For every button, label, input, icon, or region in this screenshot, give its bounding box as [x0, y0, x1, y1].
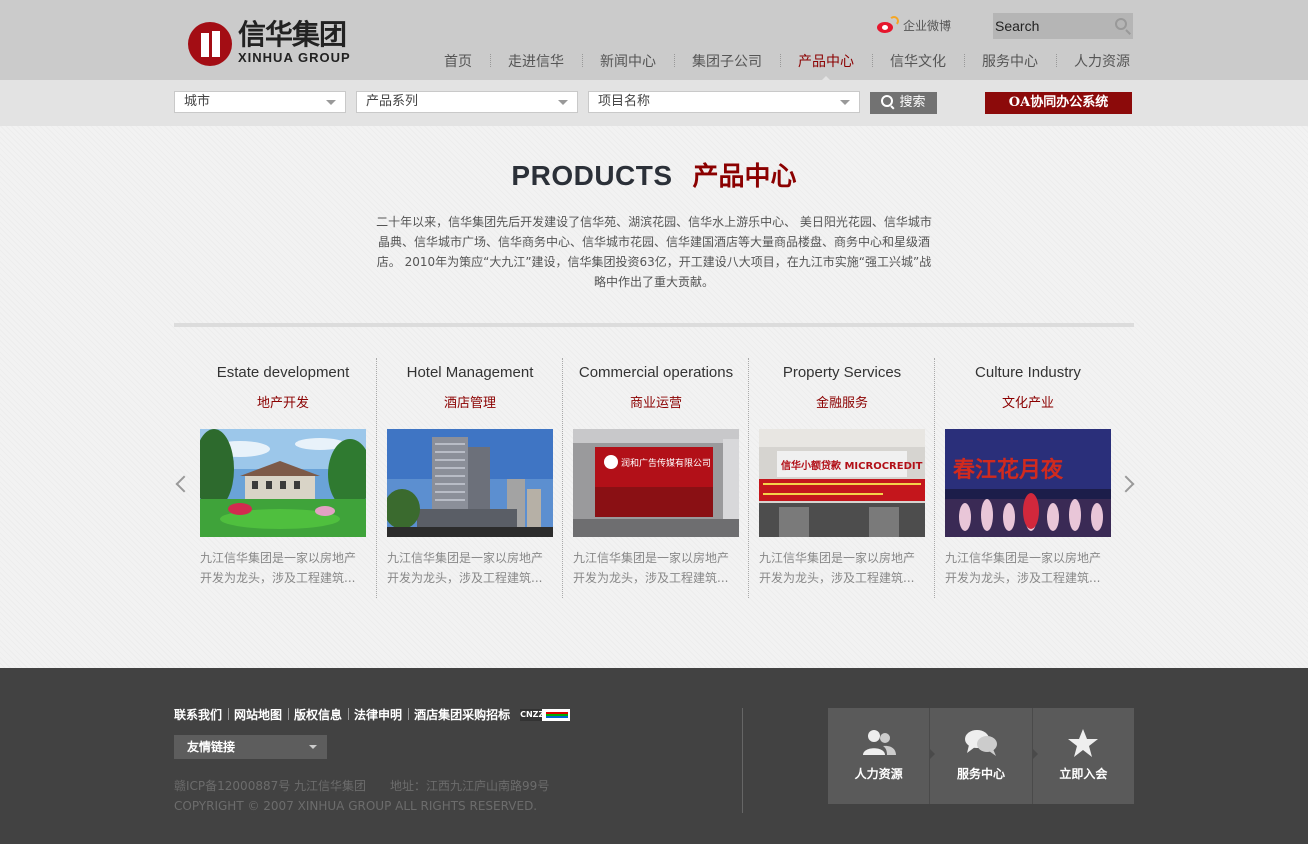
oa-system-button[interactable]: OA协同办公系统 — [985, 92, 1132, 114]
footer-link-procurement[interactable]: 酒店集团采购招标 — [408, 706, 516, 723]
culture-banner-text: 春江花月夜 — [953, 457, 1064, 483]
quick-links: 人力资源 服务中心 立即入会 — [828, 708, 1134, 804]
product-card-estate[interactable]: Estate development 地产开发 九江信华集团是一家以房地产开发为… — [190, 358, 376, 598]
nav-item-about[interactable]: 走进信华 — [490, 51, 582, 71]
product-card-culture[interactable]: Culture Industry 文化产业 春江花月夜 九江信华集团是一家以房地… — [934, 358, 1121, 598]
series-select[interactable]: 产品系列 — [356, 91, 578, 113]
nav-item-subsidiaries[interactable]: 集团子公司 — [674, 51, 780, 71]
card-description: 九江信华集团是一家以房地产开发为龙头，涉及工程建筑... — [573, 551, 730, 585]
filter-bar: 城市 产品系列 项目名称 搜索 OA协同办公系统 — [0, 80, 1308, 126]
cnzz-label: CNZZ — [520, 708, 545, 721]
footer-meta: 赣ICP备12000887号 九江信华集团 地址：江西九江庐山南路99号 COP… — [174, 776, 549, 816]
commercial-sign-text: 润和广告传媒有限公司 — [621, 457, 711, 469]
cnzz-badge[interactable]: CNZZ — [520, 708, 571, 721]
card-description: 九江信华集团是一家以房地产开发为龙头，涉及工程建筑... — [945, 551, 1102, 585]
quick-link-join[interactable]: 立即入会 — [1031, 708, 1134, 804]
estate-photo[interactable] — [200, 429, 366, 537]
chat-icon — [964, 730, 997, 756]
page-title-english: PRODUCTS — [511, 160, 673, 191]
project-select-value: 项目名称 — [598, 94, 651, 109]
city-select[interactable]: 城市 — [174, 91, 346, 113]
footer-separator — [742, 708, 743, 813]
friend-links-label: 友情链接 — [187, 740, 236, 754]
logo-chinese: 信华集团 — [238, 18, 347, 51]
series-select-value: 产品系列 — [366, 94, 419, 109]
card-description: 九江信华集团是一家以房地产开发为龙头，涉及工程建筑... — [759, 551, 916, 585]
icp-address: 赣ICP备12000887号 九江信华集团 地址：江西九江庐山南路99号 — [174, 779, 550, 793]
weibo-link[interactable]: 企业微博 — [875, 16, 951, 34]
site-footer: 联系我们 网站地图 版权信息 法律申明 酒店集团采购招标 CNZZ 友情链接 赣… — [0, 668, 1308, 844]
intro-text: 二十年以来，信华集团先后开发建设了信华苑、湖滨花园、信华水上游乐中心、 美日阳光… — [376, 215, 932, 289]
footer-link-contact[interactable]: 联系我们 — [174, 706, 228, 723]
users-icon — [862, 730, 896, 755]
card-title-chinese: 酒店管理 — [443, 396, 496, 411]
card-description: 九江信华集团是一家以房地产开发为龙头，涉及工程建筑... — [200, 551, 357, 585]
project-select[interactable]: 项目名称 — [588, 91, 860, 113]
chevron-down-icon — [558, 100, 568, 110]
finance-photo[interactable]: 信华小额贷款 MICROCREDIT — [759, 429, 925, 537]
site-logo[interactable]: 信华集团 XINHUA GROUP — [188, 20, 368, 68]
card-title-english: Commercial operations — [578, 364, 734, 381]
nav-item-services[interactable]: 服务中心 — [964, 51, 1056, 71]
quick-link-hr[interactable]: 人力资源 — [828, 708, 929, 804]
card-description: 九江信华集团是一家以房地产开发为龙头，涉及工程建筑... — [387, 551, 544, 585]
footer-links: 联系我们 网站地图 版权信息 法律申明 酒店集团采购招标 CNZZ — [174, 706, 571, 723]
logo-mark-icon — [188, 22, 232, 66]
product-card-finance[interactable]: Property Services 金融服务 信华小额贷款 MICROCREDI… — [748, 358, 935, 598]
search-icon[interactable] — [1115, 18, 1127, 30]
quick-link-label: 服务中心 — [956, 767, 1005, 781]
filter-search-label: 搜索 — [899, 95, 926, 110]
nav-item-hr[interactable]: 人力资源 — [1056, 51, 1130, 71]
nav-item-products[interactable]: 产品中心 — [780, 51, 872, 82]
top-header: 信华集团 XINHUA GROUP 企业微博 首页 走进信华 新闻中心 集团子公… — [0, 0, 1308, 82]
friend-links-select[interactable]: 友情链接 — [174, 735, 327, 759]
product-card-hotel[interactable]: Hotel Management 酒店管理 九江信华集团是一家以房地产开发为龙头… — [376, 358, 563, 598]
footer-link-sitemap[interactable]: 网站地图 — [228, 706, 288, 723]
card-title-chinese: 金融服务 — [815, 396, 868, 411]
weibo-icon — [875, 16, 899, 34]
card-title-english: Estate development — [216, 364, 350, 381]
search-input[interactable] — [993, 13, 1105, 39]
card-title-chinese: 商业运营 — [629, 396, 682, 411]
product-carousel: Estate development 地产开发 九江信华集团是一家以房地产开发为… — [190, 358, 1120, 598]
footer-link-copyright[interactable]: 版权信息 — [288, 706, 348, 723]
quick-link-label: 立即入会 — [1059, 767, 1108, 781]
search-icon — [881, 95, 894, 107]
quick-link-service[interactable]: 服务中心 — [929, 708, 1031, 804]
hotel-photo[interactable] — [387, 429, 553, 537]
card-title-english: Culture Industry — [975, 364, 1081, 381]
nav-item-home[interactable]: 首页 — [426, 51, 490, 71]
copyright-text: COPYRIGHT © 2007 XINHUA GROUP ALL RIGHTS… — [174, 799, 538, 813]
star-icon — [1068, 729, 1099, 757]
weibo-label: 企业微博 — [903, 18, 952, 33]
chevron-down-icon — [309, 745, 317, 753]
site-search — [993, 13, 1133, 39]
culture-photo[interactable]: 春江花月夜 — [945, 429, 1111, 537]
page-title-chinese: 产品中心 — [692, 162, 797, 192]
nav-item-news[interactable]: 新闻中心 — [582, 51, 674, 71]
nav-item-culture[interactable]: 信华文化 — [872, 51, 964, 71]
product-card-commercial[interactable]: Commercial operations 商业运营 润和广告传媒有限公司 九江… — [562, 358, 749, 598]
chevron-down-icon — [840, 100, 850, 110]
finance-sign-text: 信华小额贷款 MICROCREDIT — [781, 459, 923, 472]
main-nav: 首页 走进信华 新闻中心 集团子公司 产品中心 信华文化 服务中心 人力资源 — [426, 51, 1130, 82]
footer-link-legal[interactable]: 法律申明 — [348, 706, 408, 723]
filter-search-button[interactable]: 搜索 — [870, 92, 937, 114]
chevron-down-icon — [326, 100, 336, 110]
card-title-chinese: 文化产业 — [1001, 396, 1054, 411]
commercial-photo[interactable]: 润和广告传媒有限公司 — [573, 429, 739, 537]
city-select-value: 城市 — [184, 94, 211, 109]
logo-english: XINHUA GROUP — [238, 50, 351, 65]
section-divider — [174, 323, 1134, 327]
card-title-english: Hotel Management — [406, 364, 534, 381]
products-section: PRODUCTS 产品中心 二十年以来，信华集团先后开发建设了信华苑、湖滨花园、信… — [0, 126, 1308, 668]
card-title-chinese: 地产开发 — [256, 396, 309, 411]
quick-link-label: 人力资源 — [854, 767, 903, 781]
card-title-english: Property Services — [782, 364, 902, 381]
page-title: PRODUCTS 产品中心 — [0, 156, 1308, 193]
